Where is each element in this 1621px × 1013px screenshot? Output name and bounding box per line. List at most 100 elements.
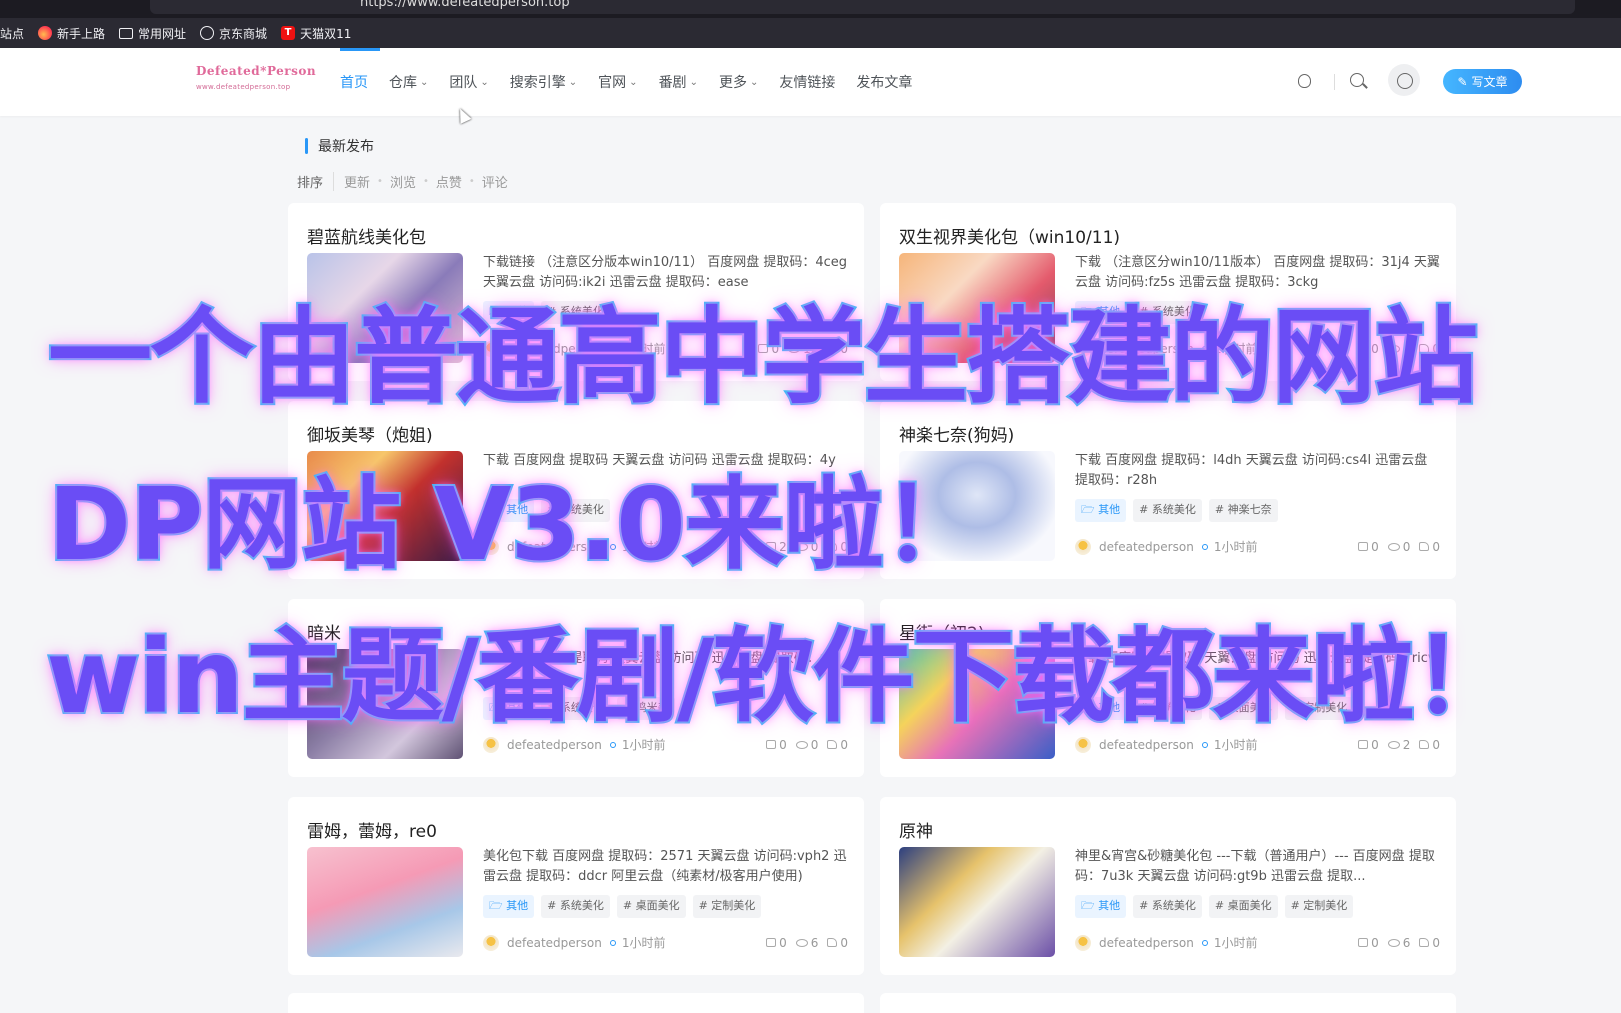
post-author[interactable]: defeatedperson	[1099, 342, 1194, 356]
post-title[interactable]: 御坂美琴（炮姐)	[307, 421, 433, 446]
avatar[interactable]	[1075, 340, 1091, 357]
thumbs-up-icon	[1419, 740, 1430, 749]
category-tag[interactable]: 🗁 其他	[483, 895, 535, 918]
post-thumbnail[interactable]	[899, 649, 1055, 759]
avatar[interactable]	[483, 934, 499, 951]
post-tag[interactable]: # 系统美化	[541, 895, 610, 918]
category-tag[interactable]: 🗁 其他	[1075, 697, 1127, 720]
post-tag[interactable]: # 系统美化	[541, 697, 610, 720]
post-excerpt: 下载链接 （注意区分版本win10/11） 百度网盘 提取码：4ceg 天翼云盘…	[483, 255, 848, 290]
post-tag[interactable]: # 系统美化	[541, 301, 610, 324]
post-tag[interactable]: # 定制美化	[1284, 697, 1354, 720]
post-author[interactable]: defeatedperson	[507, 936, 602, 950]
post-tag[interactable]: # 神楽七奈	[1208, 499, 1278, 522]
sort-update[interactable]: 更新	[344, 172, 370, 191]
palette-icon[interactable]	[1388, 64, 1420, 96]
post-card[interactable]	[880, 993, 1456, 1013]
nav-home[interactable]: 首页	[340, 48, 380, 92]
post-card[interactable]: 双生视界美化包（win10/11) 下载 （注意区分win10/11版本） 百度…	[880, 203, 1456, 381]
category-tag[interactable]: 🗁 其他	[1075, 895, 1127, 918]
post-title[interactable]: 原神	[899, 817, 933, 842]
post-card[interactable]: 御坂美琴（炮姐) 下载 百度网盘 提取码 天翼云盘 访问码 迅雷云盘 提取码：4…	[288, 401, 864, 579]
post-thumbnail[interactable]	[899, 451, 1055, 561]
post-tag[interactable]: # 桌面美化	[616, 895, 686, 918]
post-author[interactable]: defeatedperson	[1099, 540, 1194, 554]
category-tag[interactable]: 🗁 其他	[483, 301, 535, 324]
nav-friend-links[interactable]: 友情链接	[779, 72, 835, 92]
bookmark-sites[interactable]: 站点	[0, 25, 24, 42]
post-title[interactable]: 双生视界美化包（win10/11)	[899, 223, 1120, 248]
post-tag[interactable]: # 定制美化	[692, 895, 762, 918]
post-card[interactable]: 碧蓝航线美化包 下载链接 （注意区分版本win10/11） 百度网盘 提取码：4…	[288, 203, 864, 381]
post-tag[interactable]: # 系统美化	[1133, 499, 1202, 522]
lightbulb-icon[interactable]	[1298, 74, 1311, 88]
avatar[interactable]	[1075, 736, 1091, 753]
write-article-button[interactable]: ✎ 写文章	[1443, 69, 1522, 94]
post-thumbnail[interactable]	[307, 451, 463, 561]
post-title[interactable]: 碧蓝航线美化包	[307, 223, 426, 248]
bookmark-tmall[interactable]: T 天猫双11	[281, 25, 351, 42]
post-tag[interactable]: # 鸣米美	[616, 697, 675, 720]
post-tag[interactable]: # 系统美化	[1133, 895, 1202, 918]
post-title[interactable]: 暗米	[307, 619, 341, 644]
post-thumbnail[interactable]	[307, 847, 463, 957]
nav-team[interactable]: 团队 ⌄	[449, 72, 488, 92]
view-count: 6	[1387, 936, 1410, 950]
post-title[interactable]: 雷姆，蕾姆，re0	[307, 817, 437, 842]
post-thumbnail[interactable]	[307, 253, 463, 363]
category-tag[interactable]: 🗁 其他	[483, 499, 535, 522]
post-tag[interactable]: # 系统美化	[1133, 301, 1202, 324]
avatar[interactable]	[483, 736, 499, 753]
post-author[interactable]: defeatedperson	[507, 342, 602, 356]
nav-more[interactable]: 更多 ⌄	[719, 72, 758, 92]
nav-anime[interactable]: 番剧 ⌄	[659, 72, 698, 92]
post-meta: defeatedperson 1小时前 0 0 0	[483, 736, 848, 753]
bookmark-getting-started[interactable]: 新手上路	[38, 25, 105, 42]
url-text[interactable]: https://www.defeatedperson.top	[360, 0, 570, 10]
post-card[interactable]	[288, 993, 864, 1013]
bookmark-common-sites[interactable]: 常用网址	[119, 25, 186, 42]
search-icon[interactable]	[1350, 73, 1370, 93]
sort-comments[interactable]: 评论	[482, 172, 508, 191]
post-thumbnail[interactable]	[899, 847, 1055, 957]
post-card[interactable]: 雷姆，蕾姆，re0 美化包下载 百度网盘 提取码：2571 天翼云盘 访问码:v…	[288, 797, 864, 975]
post-card[interactable]: 原神 神里&宵宫&砂糖美化包 ---下载（普通用户）--- 百度网盘 提取码：7…	[880, 797, 1456, 975]
post-title[interactable]: 星街（初2)	[899, 619, 984, 644]
post-title[interactable]: 神楽七奈(狗妈)	[899, 421, 1014, 446]
sort-views[interactable]: 浏览	[390, 172, 416, 191]
post-meta: defeatedperson 1小时前 0 2 0	[1075, 736, 1440, 753]
sort-likes[interactable]: 点赞	[436, 172, 462, 191]
avatar[interactable]	[1075, 538, 1091, 555]
site-logo[interactable]: Defeated*Person www.defeatedperson.top	[196, 64, 316, 98]
nav-repository[interactable]: 仓库 ⌄	[389, 72, 428, 92]
post-card[interactable]: 星街（初2) 下载 百度网盘 提取码 天翼云盘 访问码 迅雷云盘 提取码：ric…	[880, 599, 1456, 777]
avatar[interactable]	[483, 340, 499, 357]
view-count: 0	[1387, 342, 1410, 356]
post-card[interactable]: 暗米 下载 百度网盘 提取码 天翼云盘 访问码 迅雷云盘 提取码：u8 🗁 其他…	[288, 599, 864, 777]
post-tag[interactable]: # 系统美化	[1133, 697, 1202, 720]
bookmark-jd[interactable]: 京东商城	[200, 25, 267, 42]
nav-official[interactable]: 官网 ⌄	[598, 72, 637, 92]
post-tag[interactable]: # 定制美化	[1284, 895, 1354, 918]
post-author[interactable]: defeatedperson	[507, 738, 602, 752]
category-tag[interactable]: 🗁 其他	[1075, 301, 1127, 324]
url-bar[interactable]: https://www.defeatedperson.top	[150, 0, 1575, 14]
nav-publish[interactable]: 发布文章	[856, 72, 912, 92]
post-thumbnail[interactable]	[307, 649, 463, 759]
post-author[interactable]: defeatedperson	[507, 540, 602, 554]
avatar[interactable]	[483, 538, 499, 555]
category-tag[interactable]: 🗁 其他	[1075, 499, 1127, 522]
site-header: Defeated*Person www.defeatedperson.top 首…	[0, 48, 1621, 116]
post-tag[interactable]: # 系统美化	[541, 499, 610, 522]
category-tag[interactable]: 🗁 其他	[483, 697, 535, 720]
post-tag[interactable]: # 桌面美化	[1208, 697, 1278, 720]
post-author[interactable]: defeatedperson	[1099, 936, 1194, 950]
like-count: 0	[827, 342, 848, 356]
post-thumbnail[interactable]	[899, 253, 1055, 363]
post-meta: defeatedperson 1小时前 0 6 0	[1075, 934, 1440, 951]
nav-search-engines[interactable]: 搜索引擎 ⌄	[510, 72, 577, 92]
post-author[interactable]: defeatedperson	[1099, 738, 1194, 752]
post-tag[interactable]: # 桌面美化	[1208, 895, 1278, 918]
avatar[interactable]	[1075, 934, 1091, 951]
post-card[interactable]: 神楽七奈(狗妈) 下载 百度网盘 提取码：l4dh 天翼云盘 访问码:cs4l …	[880, 401, 1456, 579]
